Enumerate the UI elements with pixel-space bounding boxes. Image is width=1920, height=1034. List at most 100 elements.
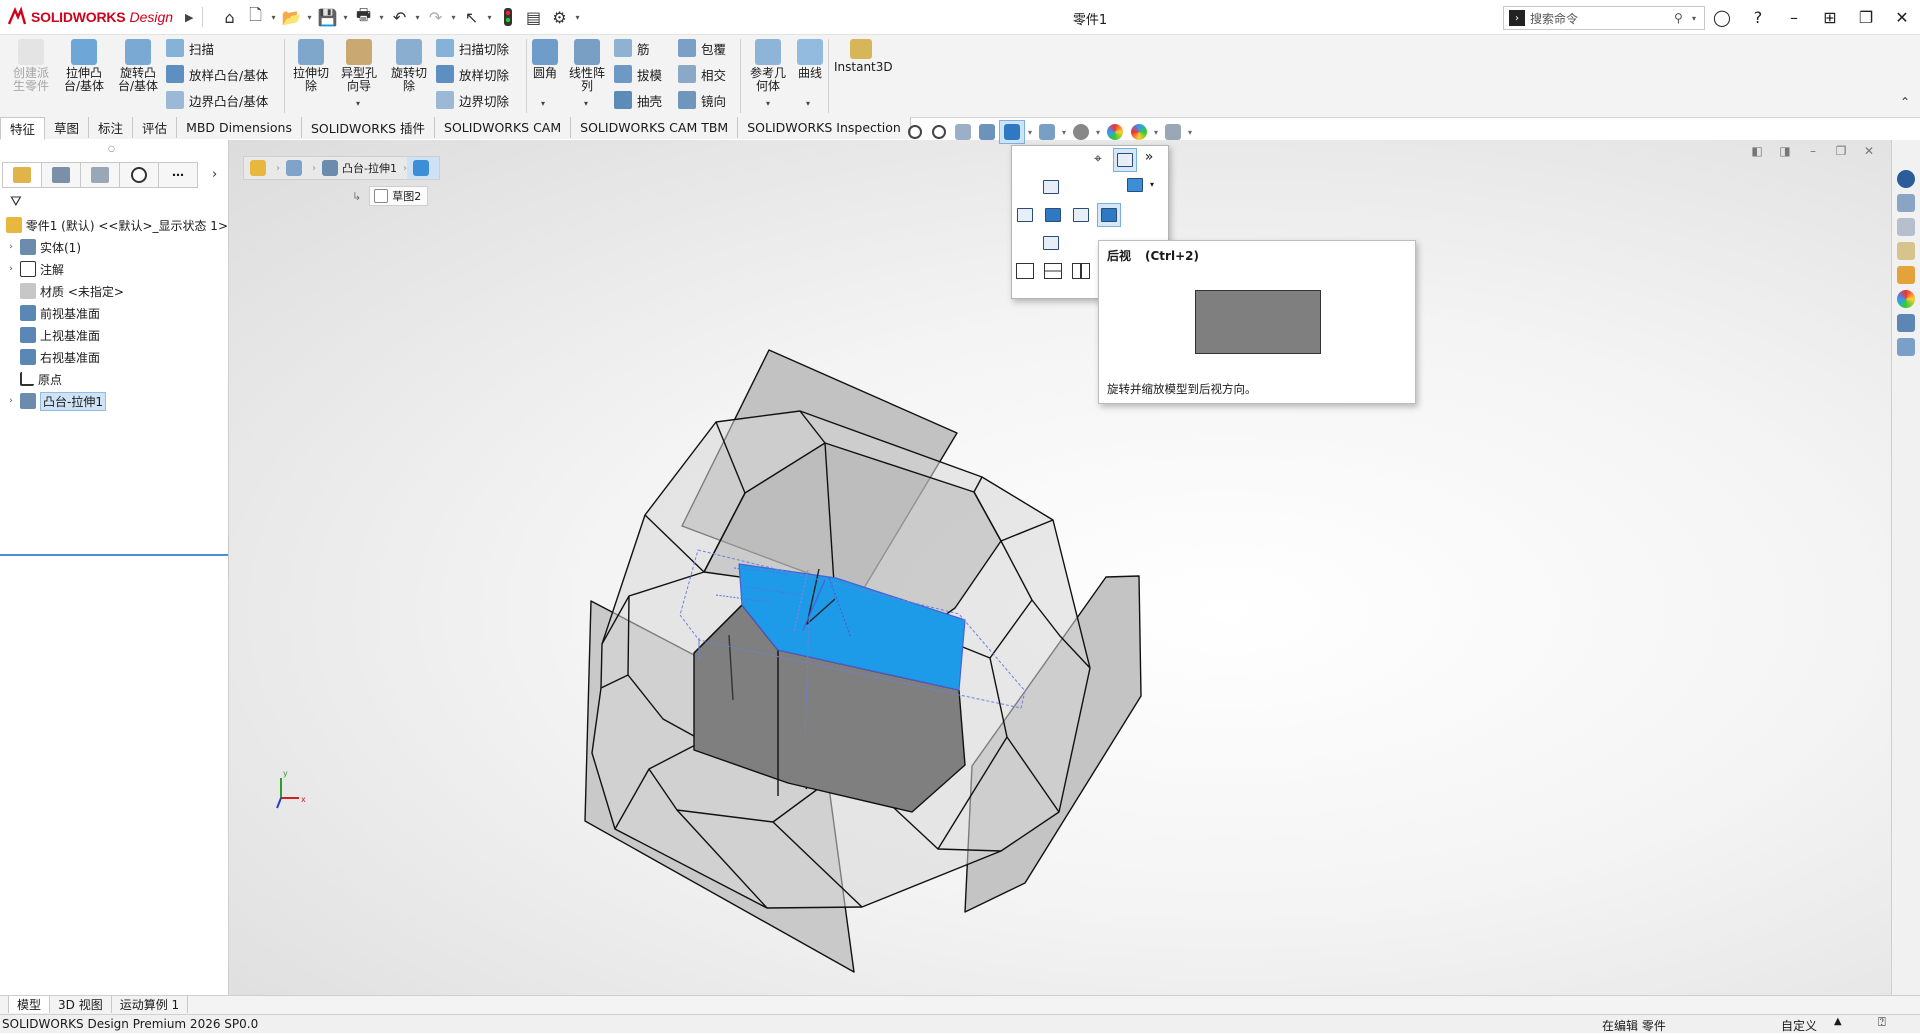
chevron-down-icon[interactable]: ▾ bbox=[269, 13, 279, 22]
chevron-down-icon[interactable]: ▾ bbox=[806, 99, 810, 108]
home-icon[interactable]: ⌂ bbox=[217, 4, 243, 30]
user-account-icon[interactable]: ◯ bbox=[1704, 8, 1740, 27]
tab-evaluate[interactable]: 评估 bbox=[133, 117, 178, 138]
options-gear-icon[interactable]: ⚙ bbox=[547, 4, 573, 30]
tile-windows-icon[interactable]: ⊞ bbox=[1812, 8, 1848, 27]
extrude-boss-button[interactable]: 拉伸凸 台/基体 bbox=[59, 39, 109, 93]
bottom-view-icon[interactable] bbox=[1040, 232, 1062, 254]
single-viewport-icon[interactable] bbox=[1014, 260, 1036, 282]
chevron-down-icon[interactable]: ▾ bbox=[1059, 128, 1069, 137]
front-view-icon[interactable] bbox=[1042, 204, 1064, 226]
tree-root[interactable]: 零件1 (默认) <<默认>_显示状态 1> bbox=[0, 214, 228, 236]
tree-item-boss-extrude1[interactable]: › 凸台-拉伸1 bbox=[0, 390, 228, 412]
solidworks-resources-icon[interactable] bbox=[1897, 170, 1915, 188]
isometric-view-icon[interactable] bbox=[1124, 174, 1146, 196]
zoom-to-area-icon[interactable] bbox=[927, 121, 951, 143]
chevron-down-icon[interactable]: ▾ bbox=[541, 99, 545, 108]
swept-cut-button[interactable]: 扫描切除 bbox=[436, 37, 509, 59]
hide-show-items-icon[interactable] bbox=[1069, 121, 1093, 143]
expand-icon[interactable]: › bbox=[6, 396, 16, 406]
more-tabs[interactable]: ⋯ bbox=[158, 162, 198, 188]
select-arrow-icon[interactable]: ↖ bbox=[459, 4, 485, 30]
tab-features[interactable]: 特征 bbox=[0, 117, 46, 140]
restore-icon[interactable]: ❐ bbox=[1848, 8, 1884, 27]
appearances-icon[interactable] bbox=[1897, 290, 1915, 308]
tree-item-annotations[interactable]: › 注解 bbox=[0, 258, 228, 280]
mirror-button[interactable]: 镜向 bbox=[678, 89, 726, 111]
tab-cam[interactable]: SOLIDWORKS CAM bbox=[435, 117, 572, 138]
chevron-down-icon[interactable]: ▾ bbox=[1692, 14, 1704, 23]
linear-pattern-button[interactable]: 线性阵 列 bbox=[562, 39, 612, 93]
previous-view-icon[interactable] bbox=[951, 121, 975, 143]
filter-icon[interactable]: ⛛ bbox=[10, 194, 22, 210]
undo-icon[interactable]: ↶ bbox=[387, 4, 413, 30]
print-icon[interactable]: 🖶 bbox=[351, 4, 377, 30]
boundary-boss-button[interactable]: 边界凸台/基体 bbox=[166, 89, 268, 111]
extrude-cut-button[interactable]: 拉伸切 除 bbox=[286, 39, 336, 93]
file-explorer-icon[interactable] bbox=[1897, 242, 1915, 260]
chevron-down-icon[interactable]: ▾ bbox=[449, 13, 459, 22]
home-icon[interactable] bbox=[1897, 194, 1915, 212]
chevron-right-icon[interactable]: › bbox=[212, 167, 217, 182]
two-viewports-horizontal-icon[interactable] bbox=[1042, 260, 1064, 282]
view-palette-icon[interactable] bbox=[1897, 266, 1915, 284]
view-selector-icon[interactable]: ⌖ bbox=[1087, 148, 1109, 170]
tab-markup[interactable]: 标注 bbox=[89, 117, 134, 138]
edit-appearance-icon[interactable] bbox=[1103, 121, 1127, 143]
section-view-icon[interactable] bbox=[975, 121, 999, 143]
forum-icon[interactable] bbox=[1897, 338, 1915, 356]
search-commands-field[interactable]: › 搜索命令 ⚲ ▾ bbox=[1503, 6, 1705, 30]
bottom-tab-motion-study[interactable]: 运动算例 1 bbox=[112, 996, 189, 1013]
chevron-down-icon[interactable]: ▾ bbox=[1185, 128, 1195, 137]
tree-item-right-plane[interactable]: 右视基准面 bbox=[0, 346, 228, 368]
chevron-down-icon[interactable]: ▾ bbox=[413, 13, 423, 22]
view-selector-toggle[interactable] bbox=[1113, 148, 1137, 172]
feature-manager-tab[interactable] bbox=[2, 162, 41, 188]
display-style-icon[interactable] bbox=[1035, 121, 1059, 143]
tab-addins[interactable]: SOLIDWORKS 插件 bbox=[301, 117, 436, 138]
property-manager-tab[interactable] bbox=[41, 162, 80, 188]
open-folder-icon[interactable]: 📂 bbox=[279, 4, 305, 30]
tree-item-origin[interactable]: 原点 bbox=[0, 368, 228, 390]
custom-properties-icon[interactable] bbox=[1897, 314, 1915, 332]
zoom-to-fit-icon[interactable] bbox=[903, 121, 927, 143]
configuration-manager-tab[interactable] bbox=[80, 162, 119, 188]
expand-flyout-icon[interactable]: » bbox=[1138, 146, 1160, 168]
expand-icon[interactable]: › bbox=[6, 242, 16, 252]
right-view-icon[interactable] bbox=[1070, 204, 1092, 226]
status-units[interactable]: 自定义 bbox=[1781, 1017, 1817, 1034]
minimize-icon[interactable]: – bbox=[1776, 8, 1812, 27]
chevron-down-icon[interactable]: ▾ bbox=[766, 99, 770, 108]
tree-item-front-plane[interactable]: 前视基准面 bbox=[0, 302, 228, 324]
search-icon[interactable]: ⚲ bbox=[1674, 11, 1692, 25]
expand-icon[interactable]: › bbox=[6, 264, 16, 274]
wrap-button[interactable]: 包覆 bbox=[678, 37, 726, 59]
derived-part-button[interactable]: 创建派 生零件 bbox=[6, 39, 56, 93]
tab-cam-tbm[interactable]: SOLIDWORKS CAM TBM bbox=[571, 117, 739, 138]
two-viewports-vertical-icon[interactable] bbox=[1070, 260, 1092, 282]
loft-button[interactable]: 放样凸台/基体 bbox=[166, 63, 268, 85]
chevron-down-icon[interactable]: ▾ bbox=[341, 13, 351, 22]
design-library-icon[interactable] bbox=[1897, 218, 1915, 236]
boundary-cut-button[interactable]: 边界切除 bbox=[436, 89, 509, 111]
revolve-cut-button[interactable]: 旋转切 除 bbox=[384, 39, 434, 93]
chevron-down-icon[interactable]: ▾ bbox=[305, 13, 315, 22]
draft-button[interactable]: 拔模 bbox=[614, 63, 662, 85]
rebuild-icon[interactable] bbox=[495, 4, 521, 30]
redo-icon[interactable]: ↷ bbox=[423, 4, 449, 30]
chevron-down-icon[interactable]: ▾ bbox=[584, 99, 588, 108]
rib-button[interactable]: 筋 bbox=[614, 37, 650, 59]
lofted-cut-button[interactable]: 放样切除 bbox=[436, 63, 509, 85]
app-logo[interactable]: SOLIDWORKS Design bbox=[6, 0, 173, 34]
chevron-down-icon[interactable]: ▾ bbox=[356, 99, 360, 108]
hole-wizard-button[interactable]: 异型孔 向导 bbox=[334, 39, 384, 93]
chevron-down-icon[interactable]: ▾ bbox=[485, 13, 495, 22]
tree-item-top-plane[interactable]: 上视基准面 bbox=[0, 324, 228, 346]
chevron-up-icon[interactable]: ▲ bbox=[1834, 1016, 1842, 1027]
new-document-icon[interactable]: 🗋 bbox=[243, 4, 269, 30]
top-view-icon[interactable] bbox=[1040, 176, 1062, 198]
save-icon[interactable]: 💾 bbox=[315, 4, 341, 30]
intersect-button[interactable]: 相交 bbox=[678, 63, 726, 85]
view-settings-icon[interactable] bbox=[1161, 121, 1185, 143]
tab-mbd-dimensions[interactable]: MBD Dimensions bbox=[177, 117, 302, 138]
